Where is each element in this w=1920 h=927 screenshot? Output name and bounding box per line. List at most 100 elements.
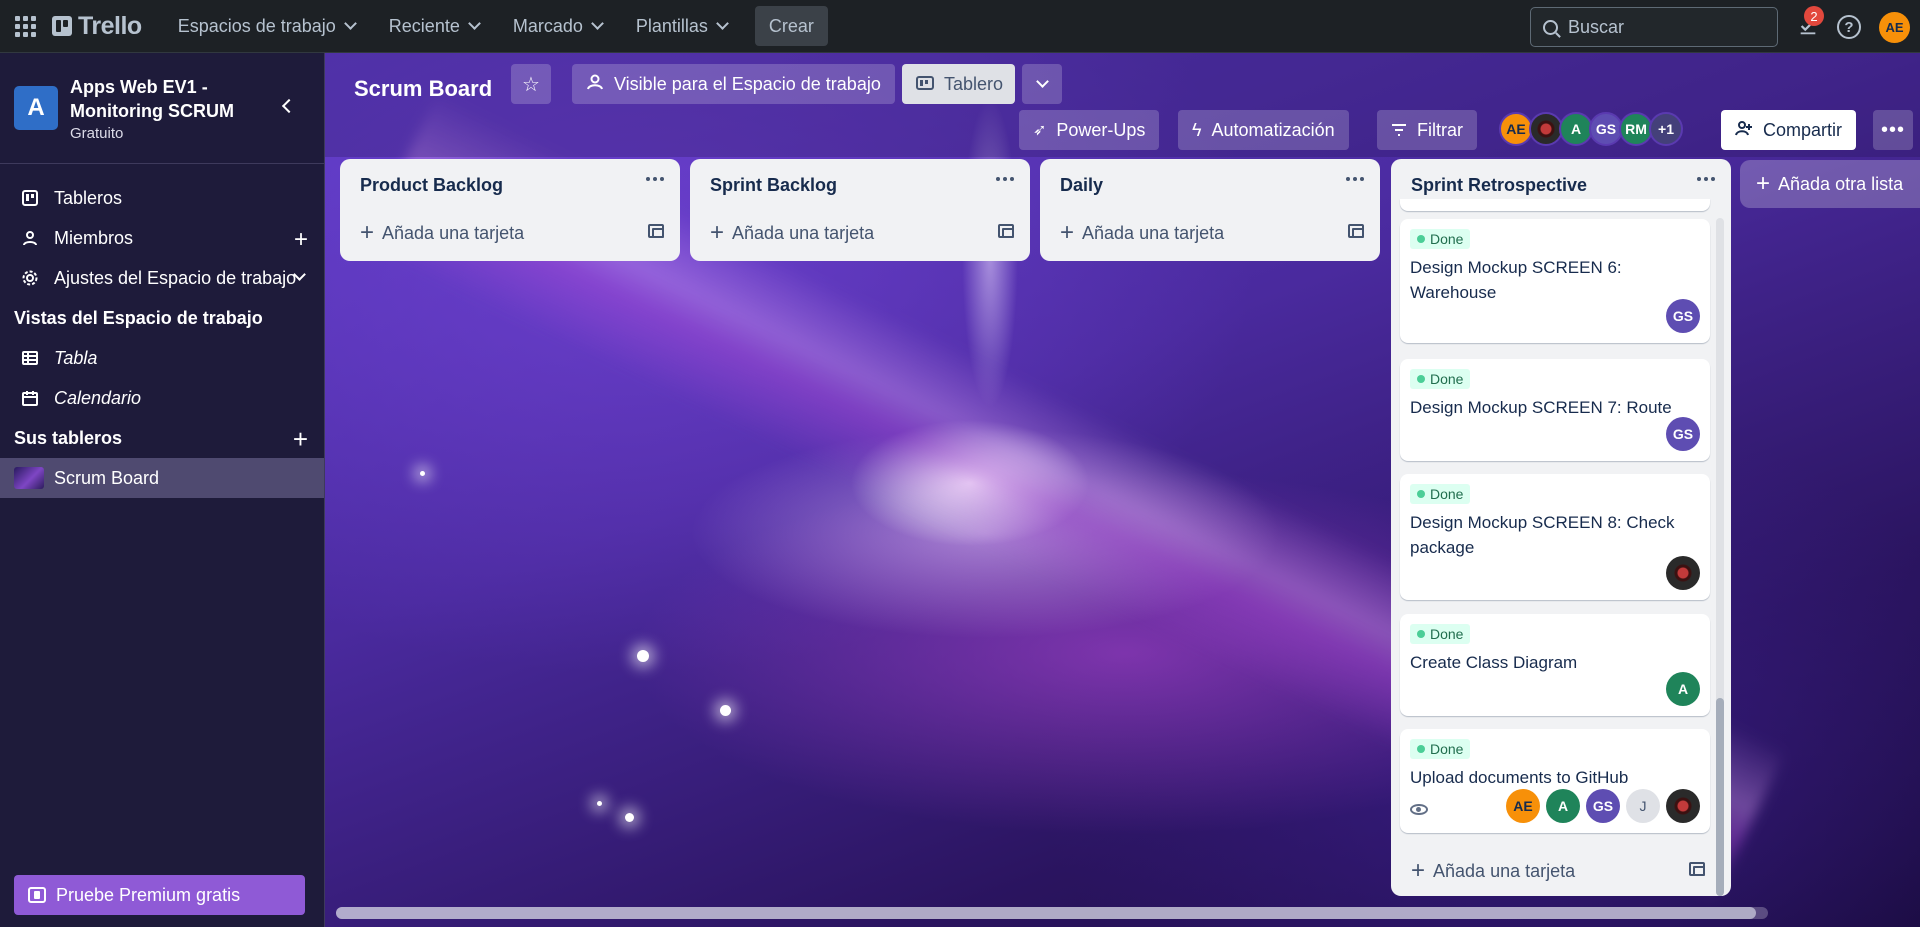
- sidebar-item-settings[interactable]: Ajustes del Espacio de trabajo: [0, 258, 324, 298]
- member-avatar[interactable]: GS: [1589, 112, 1623, 146]
- list-menu-icon[interactable]: [646, 177, 664, 181]
- card-member-avatar[interactable]: [1666, 556, 1700, 590]
- search-placeholder: Buscar: [1568, 16, 1625, 37]
- member-avatar[interactable]: AE: [1499, 112, 1533, 146]
- collapse-sidebar-icon[interactable]: [281, 98, 297, 114]
- search-input[interactable]: Buscar: [1530, 7, 1778, 47]
- sidebar-board-scrum[interactable]: Scrum Board: [0, 458, 324, 498]
- user-icon: [20, 230, 40, 246]
- member-avatar[interactable]: A: [1559, 112, 1593, 146]
- add-card-button[interactable]: + Añada una tarjeta: [340, 211, 680, 255]
- share-button[interactable]: Compartir: [1721, 110, 1857, 150]
- card-template-icon[interactable]: [648, 224, 664, 238]
- card[interactable]: Done Create Class Diagram A: [1400, 614, 1710, 716]
- board-horizontal-scrollbar[interactable]: [336, 907, 1768, 919]
- filter-button[interactable]: Filtrar: [1377, 110, 1477, 150]
- sidebar-item-members[interactable]: Miembros +: [0, 218, 324, 258]
- list-scroll-thumb[interactable]: [1716, 698, 1724, 896]
- people-icon: [586, 74, 604, 95]
- nav-recent-label: Reciente: [388, 15, 460, 36]
- add-card-button[interactable]: + Añada una tarjeta: [1391, 849, 1721, 893]
- card-member-avatar[interactable]: GS: [1586, 789, 1620, 823]
- create-button[interactable]: Crear: [754, 6, 828, 46]
- card-template-icon[interactable]: [998, 224, 1014, 238]
- add-list-button[interactable]: + Añada otra lista: [1740, 160, 1920, 208]
- card[interactable]: Done Design Mockup SCREEN 6: Warehouse G…: [1400, 219, 1710, 343]
- chevron-down-icon: [467, 17, 481, 30]
- list-title[interactable]: Product Backlog: [340, 159, 680, 211]
- view-switcher-button[interactable]: [1022, 64, 1062, 104]
- nav-recent[interactable]: Reciente: [377, 6, 491, 46]
- card-member-avatar[interactable]: J: [1626, 789, 1660, 823]
- board-view-icon: [916, 74, 934, 95]
- card[interactable]: Done Design Mockup SCREEN 7: Route GS: [1400, 359, 1710, 461]
- card[interactable]: Done Upload documents to GitHub AE A GS …: [1400, 729, 1710, 833]
- your-boards-title: Sus tableros: [14, 427, 123, 448]
- board-scroll-thumb[interactable]: [336, 907, 1756, 919]
- list-menu-icon[interactable]: [1697, 177, 1715, 181]
- trello-icon: [20, 190, 40, 206]
- board-view-button[interactable]: Tablero: [902, 64, 1015, 104]
- visibility-button[interactable]: Visible para el Espacio de trabajo: [572, 64, 895, 104]
- user-avatar[interactable]: AE: [1879, 12, 1910, 43]
- list-title[interactable]: Sprint Backlog: [690, 159, 1030, 211]
- list-menu-icon[interactable]: [996, 177, 1014, 181]
- card-member-avatar[interactable]: A: [1666, 672, 1700, 706]
- sidebar-item-boards[interactable]: Tableros: [0, 178, 324, 218]
- sidebar-item-settings-label: Ajustes del Espacio de trabajo: [54, 267, 297, 288]
- trello-logo[interactable]: Trello: [52, 12, 142, 41]
- nav-starred[interactable]: Marcado: [501, 6, 614, 46]
- nav-workspaces[interactable]: Espacios de trabajo: [166, 6, 367, 46]
- done-label: Done: [1410, 739, 1471, 759]
- list-menu-icon[interactable]: [1346, 177, 1364, 181]
- app-switcher-icon[interactable]: [12, 13, 38, 39]
- card-template-icon[interactable]: [1348, 224, 1364, 238]
- board-title[interactable]: Scrum Board: [354, 71, 492, 107]
- plus-icon: +: [1411, 857, 1426, 884]
- card-member-avatar[interactable]: AE: [1506, 789, 1540, 823]
- card-member-avatar[interactable]: GS: [1666, 417, 1700, 451]
- calendar-icon: [20, 390, 40, 406]
- done-label-text: Done: [1430, 741, 1464, 757]
- board-canvas: Scrum Board ☆ Visible para el Espacio de…: [325, 53, 1920, 927]
- star-board-button[interactable]: ☆: [511, 64, 551, 104]
- card-member-avatar[interactable]: A: [1546, 789, 1580, 823]
- card[interactable]: Done Design Mockup SCREEN 8: Check packa…: [1400, 474, 1710, 600]
- card-title: Upload documents to GitHub: [1410, 768, 1629, 787]
- powerups-button[interactable]: ➶ Power-Ups: [1019, 110, 1160, 150]
- card-title: Design Mockup SCREEN 8: Check package: [1410, 513, 1675, 557]
- sidebar-item-calendar[interactable]: Calendario: [0, 378, 324, 418]
- automation-button[interactable]: ϟ Automatización: [1178, 110, 1349, 150]
- board-members: AE A GS RM +1: [1499, 112, 1683, 146]
- help-icon[interactable]: ?: [1837, 15, 1861, 39]
- add-member-icon[interactable]: +: [294, 226, 308, 254]
- add-card-button[interactable]: + Añada una tarjeta: [1040, 211, 1380, 255]
- card-partial[interactable]: [1400, 199, 1710, 211]
- list-scrollbar[interactable]: [1716, 218, 1724, 896]
- card-member-avatar[interactable]: [1666, 789, 1700, 823]
- add-card-button[interactable]: + Añada una tarjeta: [690, 211, 1030, 255]
- add-board-icon[interactable]: +: [293, 424, 308, 455]
- card-member-avatar[interactable]: GS: [1666, 299, 1700, 333]
- done-label-text: Done: [1430, 626, 1464, 642]
- board-menu-button[interactable]: •••: [1873, 110, 1913, 150]
- member-avatar[interactable]: RM: [1619, 112, 1653, 146]
- list-product-backlog: Product Backlog + Añada una tarjeta: [340, 159, 680, 261]
- member-avatar[interactable]: [1529, 112, 1563, 146]
- more-members-badge[interactable]: +1: [1649, 112, 1683, 146]
- plus-icon: +: [710, 219, 725, 246]
- try-premium-button[interactable]: Pruebe Premium gratis: [14, 875, 305, 915]
- chevron-down-icon: [716, 17, 729, 30]
- done-label-text: Done: [1430, 231, 1464, 247]
- card-template-icon[interactable]: [1689, 862, 1705, 876]
- star-icon: ☆: [522, 73, 540, 96]
- nav-templates[interactable]: Plantillas: [624, 6, 739, 46]
- sidebar-item-table[interactable]: Tabla: [0, 338, 324, 378]
- workspace-name[interactable]: Apps Web EV1 - Monitoring SCRUM: [70, 75, 245, 123]
- workspace-views-title: Vistas del Espacio de trabajo: [14, 307, 263, 328]
- powerups-label: Power-Ups: [1056, 119, 1146, 140]
- list-title[interactable]: Daily: [1040, 159, 1380, 211]
- plus-icon: +: [1060, 219, 1075, 246]
- notification-count-badge: 2: [1804, 6, 1824, 26]
- workspace-logo: A: [14, 86, 58, 130]
